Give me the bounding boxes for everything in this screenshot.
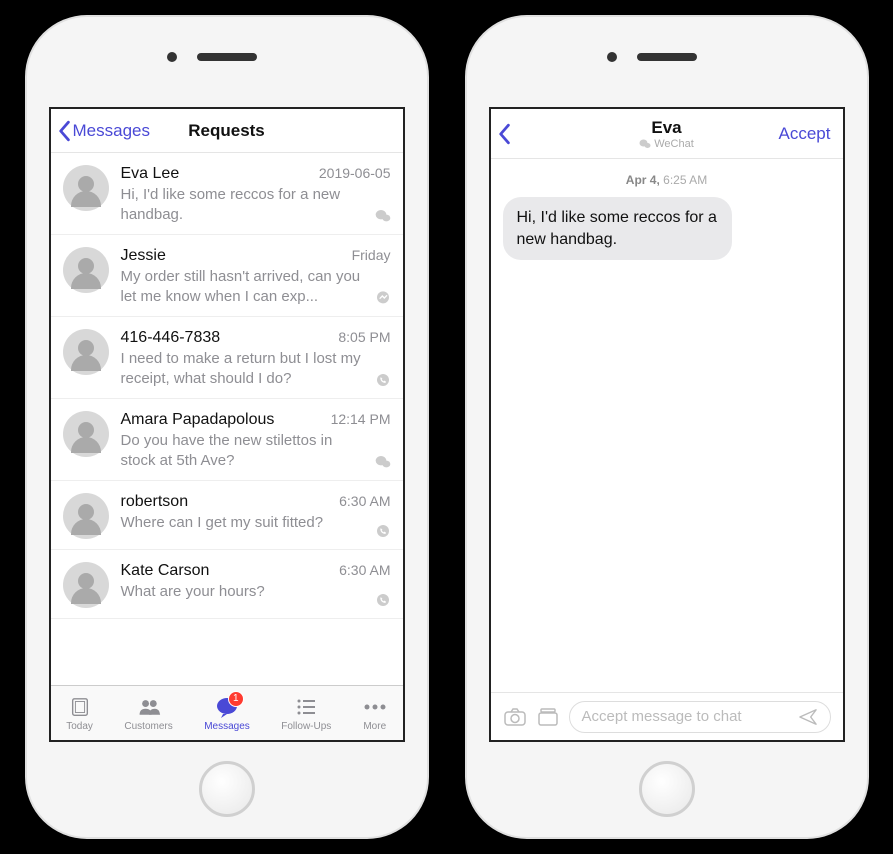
row-time: 6:30 AM — [339, 562, 390, 578]
tab-label: More — [363, 721, 386, 732]
home-button[interactable] — [639, 761, 695, 817]
tab-icon — [294, 695, 318, 719]
page-title: Requests — [188, 121, 265, 141]
back-label: Messages — [73, 121, 150, 141]
wechat-icon — [375, 208, 391, 224]
row-preview: Do you have the new stilettos in stock a… — [121, 431, 391, 470]
row-body: robertson 6:30 AM Where can I get my suit … — [121, 493, 391, 539]
tab-today[interactable]: Today — [66, 695, 93, 732]
avatar — [63, 562, 109, 608]
tab-bar: TodayCustomersMessages1Follow-UpsMore — [51, 685, 403, 740]
avatar — [63, 329, 109, 375]
tab-icon — [68, 695, 92, 719]
row-time: 12:14 PM — [331, 411, 391, 427]
request-row[interactable]: 416-446-7838 8:05 PM I need to make a retu… — [51, 317, 403, 399]
back-button[interactable] — [497, 123, 511, 145]
avatar — [63, 165, 109, 211]
camera-icon[interactable] — [503, 707, 527, 727]
row-time: 8:05 PM — [338, 329, 390, 345]
phone-speaker — [637, 53, 697, 61]
row-preview: What are your hours? — [121, 582, 391, 602]
wechat-icon — [375, 454, 391, 470]
gallery-icon[interactable] — [537, 707, 559, 727]
tab-customers[interactable]: Customers — [124, 695, 172, 732]
row-name: Amara Papadapolous — [121, 411, 275, 429]
tab-label: Messages — [204, 721, 250, 732]
navbar: Eva WeChat Accept — [491, 109, 843, 159]
composer-input[interactable]: Accept message to chat — [569, 701, 831, 733]
phone-left: Messages Requests Eva Lee 2019-06-05 Hi, I… — [27, 17, 427, 837]
composer: Accept message to chat — [491, 692, 843, 740]
request-row[interactable]: Jessie Friday My order still hasn't arrive… — [51, 235, 403, 317]
wechat-icon — [639, 139, 651, 149]
avatar — [63, 493, 109, 539]
row-body: 416-446-7838 8:05 PM I need to make a retu… — [121, 329, 391, 388]
send-icon — [798, 708, 818, 726]
row-time: Friday — [352, 247, 391, 263]
phone-right: Eva WeChat Accept Apr 4, 6:25 AM Hi, I'd… — [467, 17, 867, 837]
avatar — [63, 247, 109, 293]
tab-icon — [363, 695, 387, 719]
chat-subtitle: WeChat — [639, 138, 694, 150]
tab-follow-ups[interactable]: Follow-Ups — [281, 695, 331, 732]
tab-label: Today — [66, 721, 93, 732]
chat-timestamp-day: Apr 4, — [626, 173, 660, 187]
tab-label: Follow-Ups — [281, 721, 331, 732]
whatsapp-icon — [375, 523, 391, 539]
request-row[interactable]: Kate Carson 6:30 AM What are your hours? — [51, 550, 403, 619]
row-name: 416-446-7838 — [121, 329, 221, 347]
chat-timestamp: Apr 4, 6:25 AM — [503, 173, 831, 187]
request-list[interactable]: Eva Lee 2019-06-05 Hi, I'd like some recco… — [51, 153, 403, 685]
tab-messages[interactable]: Messages1 — [204, 695, 250, 732]
row-time: 2019-06-05 — [319, 165, 391, 181]
row-name: Jessie — [121, 247, 166, 265]
row-preview: Where can I get my suit fitted? — [121, 513, 391, 533]
navbar: Messages Requests — [51, 109, 403, 153]
chat-subtitle-text: WeChat — [654, 138, 694, 150]
chevron-left-icon — [497, 123, 511, 145]
whatsapp-icon — [375, 592, 391, 608]
row-name: Kate Carson — [121, 562, 210, 580]
row-preview: I need to make a return but I lost my re… — [121, 349, 391, 388]
composer-placeholder: Accept message to chat — [582, 708, 742, 725]
row-time: 6:30 AM — [339, 493, 390, 509]
tab-badge: 1 — [228, 691, 244, 707]
chevron-left-icon — [57, 120, 71, 142]
request-row[interactable]: robertson 6:30 AM Where can I get my suit … — [51, 481, 403, 550]
whatsapp-icon — [375, 372, 391, 388]
screen-requests: Messages Requests Eva Lee 2019-06-05 Hi, I… — [49, 107, 405, 742]
tab-icon — [137, 695, 161, 719]
chat-timestamp-time: 6:25 AM — [663, 173, 707, 187]
row-body: Amara Papadapolous 12:14 PM Do you have th… — [121, 411, 391, 470]
accept-button[interactable]: Accept — [779, 124, 831, 144]
phone-speaker — [197, 53, 257, 61]
phone-camera — [607, 52, 617, 62]
row-body: Kate Carson 6:30 AM What are your hours? — [121, 562, 391, 608]
row-body: Eva Lee 2019-06-05 Hi, I'd like some recco… — [121, 165, 391, 224]
screen-chat: Eva WeChat Accept Apr 4, 6:25 AM Hi, I'd… — [489, 107, 845, 742]
messenger-icon — [375, 290, 391, 306]
back-button[interactable]: Messages — [57, 120, 150, 142]
row-name: Eva Lee — [121, 165, 180, 183]
tab-label: Customers — [124, 721, 172, 732]
message-bubble: Hi, I'd like some reccos for a new handb… — [503, 197, 733, 260]
request-row[interactable]: Eva Lee 2019-06-05 Hi, I'd like some recco… — [51, 153, 403, 235]
tab-more[interactable]: More — [363, 695, 387, 732]
avatar — [63, 411, 109, 457]
phone-camera — [167, 52, 177, 62]
home-button[interactable] — [199, 761, 255, 817]
chat-title: Eva — [651, 118, 681, 138]
chat-body: Apr 4, 6:25 AM Hi, I'd like some reccos … — [491, 159, 843, 692]
row-preview: Hi, I'd like some reccos for a new handb… — [121, 185, 391, 224]
request-row[interactable]: Amara Papadapolous 12:14 PM Do you have th… — [51, 399, 403, 481]
row-name: robertson — [121, 493, 189, 511]
row-body: Jessie Friday My order still hasn't arrive… — [121, 247, 391, 306]
row-preview: My order still hasn't arrived, can you l… — [121, 267, 391, 306]
